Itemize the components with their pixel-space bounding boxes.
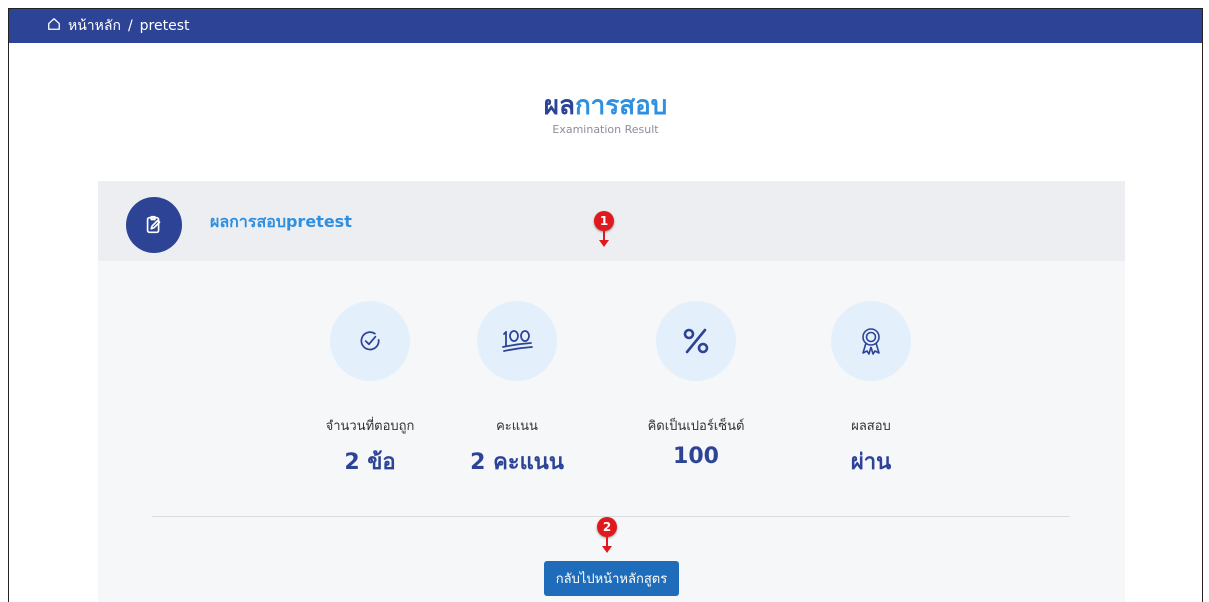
stat-value: 2 คะแนน — [470, 450, 564, 475]
stat-score: คะแนน 2 คะแนน — [427, 301, 607, 479]
result-card-title: ผลการสอบpretest — [210, 212, 352, 231]
arrow-down-icon — [599, 240, 609, 247]
breadcrumb-home-link[interactable]: หน้าหลัก — [68, 15, 121, 37]
stat-value: ผ่าน — [850, 450, 892, 475]
home-icon[interactable] — [47, 17, 68, 35]
percent-icon — [656, 301, 736, 381]
stat-label: ผลสอบ — [851, 419, 891, 434]
award-icon — [831, 301, 911, 381]
breadcrumb-separator: / — [127, 18, 133, 34]
annotation-marker-2: 2 — [597, 517, 617, 553]
back-to-course-button[interactable]: กลับไปหน้าหลักสูตร — [544, 561, 679, 596]
page-header: ผลการสอบ Examination Result — [9, 89, 1202, 136]
stat-percentage: คิดเป็นเปอร์เซ็นต์ 100 — [606, 301, 786, 469]
annotation-number: 2 — [597, 517, 617, 537]
page-title-part2: การสอบ — [574, 91, 668, 121]
top-bar: หน้าหลัก / pretest — [9, 9, 1202, 43]
check-circle-icon — [330, 301, 410, 381]
breadcrumb-current: pretest — [139, 18, 190, 34]
page-subtitle: Examination Result — [552, 123, 659, 136]
hundred-icon — [477, 301, 557, 381]
stat-value: 100 — [673, 444, 719, 469]
annotation-number: 1 — [594, 211, 614, 231]
page-title: ผลการสอบ — [9, 89, 1202, 123]
page-title-part1: ผล — [543, 91, 575, 121]
exam-edit-icon — [126, 197, 182, 253]
stat-label: คิดเป็นเปอร์เซ็นต์ — [647, 419, 745, 434]
stat-label: คะแนน — [496, 419, 538, 434]
stat-result: ผลสอบ ผ่าน — [781, 301, 961, 479]
annotation-marker-1: 1 — [594, 211, 614, 247]
page-frame: หน้าหลัก / pretest ผลการสอบ Examination … — [8, 8, 1203, 602]
arrow-down-icon — [602, 546, 612, 553]
